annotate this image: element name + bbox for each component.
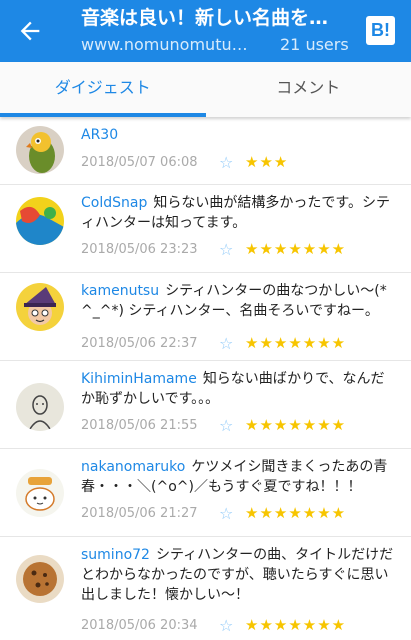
avatar[interactable]	[16, 126, 64, 174]
comment-text: sumino72 シティハンターの曲、タイトルだけだとわからなかったのですが、聴い…	[81, 545, 397, 605]
username-link[interactable]: AR30	[81, 127, 118, 143]
parrot-avatar-icon	[16, 126, 64, 174]
username-link[interactable]: sumino72	[81, 547, 150, 563]
comment-list[interactable]: AR30 2018/05/07 06:08 ☆ ★★★ ColdSnap 知らない…	[0, 117, 411, 640]
sketch-avatar-icon	[16, 383, 64, 431]
tab-comments[interactable]: コメント	[206, 62, 411, 117]
comment-meta: 2018/05/06 21:55 ☆ ★★★★★★★	[81, 415, 346, 435]
star-count[interactable]: ★★★	[245, 153, 288, 171]
comment-content: nakanomaruko ケツメイシ聞きまくったあの青春・・・＼(^o^)／もうす…	[81, 457, 397, 497]
user-count: 21 users	[280, 34, 349, 54]
comment-content: AR30	[81, 125, 397, 145]
username-link[interactable]: nakanomaruko	[81, 459, 185, 475]
list-item[interactable]: KihiminHamame 知らない曲ばかりで、なんだか恥ずかしいです。。。 20…	[0, 361, 411, 449]
comment-meta: 2018/05/06 21:27 ☆ ★★★★★★★	[81, 503, 346, 523]
star-count[interactable]: ★★★★★★★	[245, 416, 346, 434]
comment-meta: 2018/05/06 23:23 ☆ ★★★★★★★	[81, 239, 346, 259]
app-bar: 音楽は良い！新しい名曲を… www.nomunomutuk… 21 users …	[0, 0, 411, 62]
comment-date: 2018/05/06 21:55	[81, 417, 198, 433]
tab-bar: ダイジェスト コメント	[0, 62, 411, 117]
username-link[interactable]: kamenutsu	[81, 283, 159, 299]
comment-meta: 2018/05/06 22:37 ☆ ★★★★★★★	[81, 333, 346, 353]
abstract-avatar-icon	[16, 197, 64, 245]
add-star-icon[interactable]: ☆	[219, 504, 237, 523]
subtitle-row: www.nomunomutuk… 21 users	[81, 32, 361, 56]
comment-content: sumino72 シティハンターの曲、タイトルだけだとわからなかったのですが、聴い…	[81, 545, 397, 605]
username-link[interactable]: KihiminHamame	[81, 371, 197, 387]
comment-date: 2018/05/07 06:08	[81, 154, 198, 170]
cookie-avatar-icon	[16, 555, 64, 603]
witch-avatar-icon	[16, 283, 64, 331]
add-star-icon[interactable]: ☆	[219, 240, 237, 259]
list-item[interactable]: AR30 2018/05/07 06:08 ☆ ★★★	[0, 117, 411, 185]
back-arrow-icon[interactable]	[16, 17, 44, 45]
add-star-icon[interactable]: ☆	[219, 153, 237, 172]
avatar[interactable]	[16, 469, 64, 517]
comment-meta: 2018/05/06 20:34 ☆ ★★★★★★★	[81, 615, 346, 635]
comment-date: 2018/05/06 23:23	[81, 241, 198, 257]
comment-text: kamenutsu シティハンターの曲なつかしい〜(*^_^*) シティハンター、…	[81, 281, 397, 321]
avatar[interactable]	[16, 555, 64, 603]
tab-digest[interactable]: ダイジェスト	[0, 62, 206, 117]
comment-text: KihiminHamame 知らない曲ばかりで、なんだか恥ずかしいです。。。	[81, 369, 397, 409]
page-title: 音楽は良い！新しい名曲を…	[81, 7, 329, 29]
comment-text: nakanomaruko ケツメイシ聞きまくったあの青春・・・＼(^o^)／もうす…	[81, 457, 397, 497]
comment-text: AR30	[81, 125, 397, 145]
avatar[interactable]	[16, 197, 64, 245]
list-item[interactable]: ColdSnap 知らない曲が結構多かったです。シティハンターは知ってます。 20…	[0, 185, 411, 273]
star-count[interactable]: ★★★★★★★	[245, 504, 346, 522]
add-star-icon[interactable]: ☆	[219, 334, 237, 353]
avatar[interactable]	[16, 283, 64, 331]
comment-meta: 2018/05/07 06:08 ☆ ★★★	[81, 152, 288, 172]
comment-text: ColdSnap 知らない曲が結構多かったです。シティハンターは知ってます。	[81, 193, 397, 233]
add-star-icon[interactable]: ☆	[219, 616, 237, 635]
domain-text: www.nomunomutuk…	[81, 34, 256, 54]
comment-date: 2018/05/06 21:27	[81, 505, 198, 521]
username-link[interactable]: ColdSnap	[81, 195, 147, 211]
list-item[interactable]: sumino72 シティハンターの曲、タイトルだけだとわからなかったのですが、聴い…	[0, 537, 411, 640]
avatar[interactable]	[16, 383, 64, 431]
star-count[interactable]: ★★★★★★★	[245, 616, 346, 634]
comment-date: 2018/05/06 20:34	[81, 617, 198, 633]
comment-content: KihiminHamame 知らない曲ばかりで、なんだか恥ずかしいです。。。	[81, 369, 397, 409]
add-star-icon[interactable]: ☆	[219, 416, 237, 435]
hatena-bookmark-button[interactable]: B!	[366, 16, 395, 45]
title-block: 音楽は良い！新しい名曲を… www.nomunomutuk… 21 users	[81, 4, 361, 56]
star-count[interactable]: ★★★★★★★	[245, 334, 346, 352]
maru-avatar-icon	[16, 469, 64, 517]
star-count[interactable]: ★★★★★★★	[245, 240, 346, 258]
comment-date: 2018/05/06 22:37	[81, 335, 198, 351]
list-item[interactable]: nakanomaruko ケツメイシ聞きまくったあの青春・・・＼(^o^)／もうす…	[0, 449, 411, 537]
list-item[interactable]: kamenutsu シティハンターの曲なつかしい〜(*^_^*) シティハンター、…	[0, 273, 411, 361]
comment-content: kamenutsu シティハンターの曲なつかしい〜(*^_^*) シティハンター、…	[81, 281, 397, 321]
comment-content: ColdSnap 知らない曲が結構多かったです。シティハンターは知ってます。	[81, 193, 397, 233]
